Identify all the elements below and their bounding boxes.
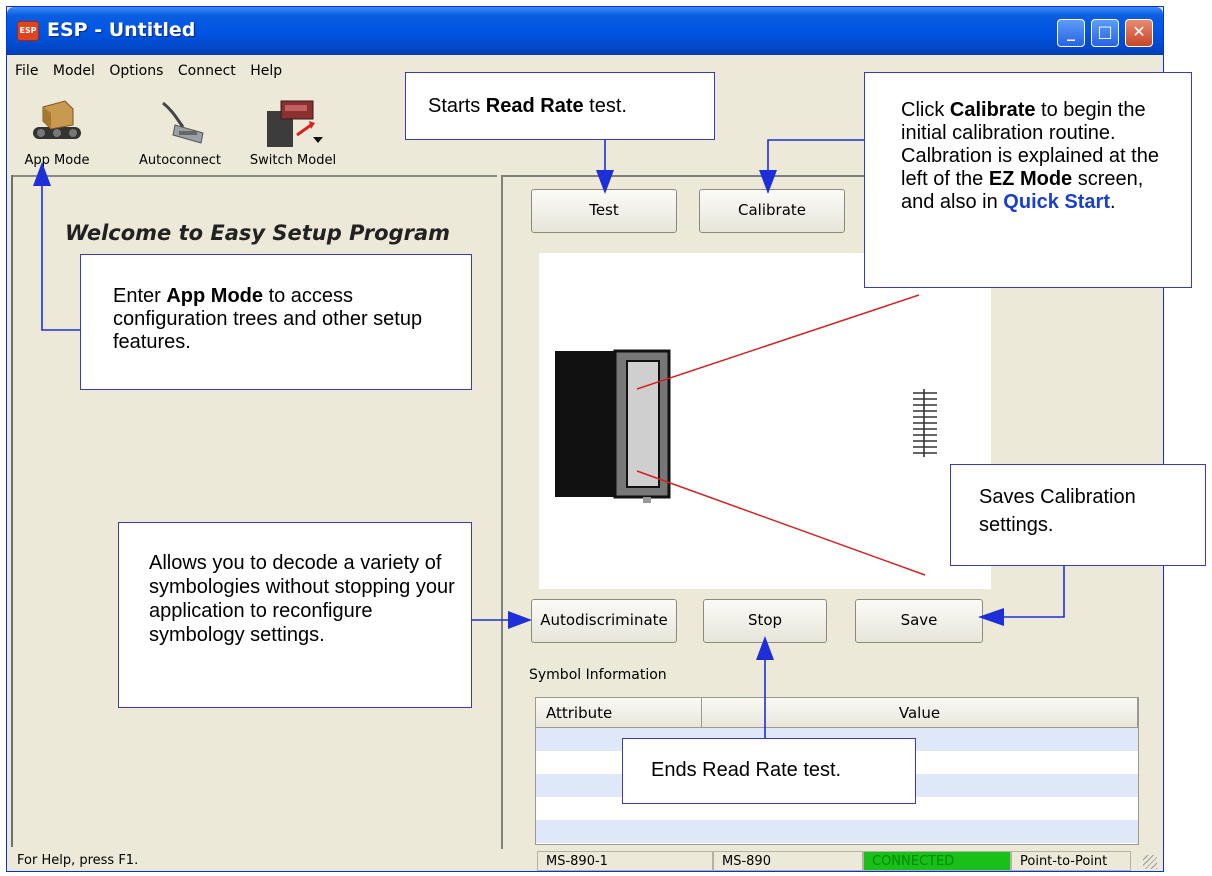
- callout-app-mode: Enter App Mode to access configuration t…: [80, 254, 472, 390]
- arrow-head-icon: [596, 170, 614, 194]
- callout-autodiscriminate: Allows you to decode a variety of symbol…: [118, 522, 472, 708]
- quick-start-link[interactable]: Quick Start: [1003, 191, 1110, 213]
- callout-saves-calibration: Saves Calibration settings.: [950, 464, 1206, 566]
- callout-calibrate: Click Calibrate to begin the initial cal…: [864, 72, 1192, 288]
- arrow-head-icon: [508, 611, 532, 629]
- callout-read-rate: Starts Read Rate test.: [405, 72, 715, 140]
- arrow-head-icon: [33, 162, 51, 186]
- arrow-head-icon: [759, 170, 777, 194]
- callout-ends-read-rate: Ends Read Rate test.: [622, 738, 916, 804]
- arrow-head-icon: [978, 608, 1004, 626]
- arrow-head-icon: [756, 636, 774, 660]
